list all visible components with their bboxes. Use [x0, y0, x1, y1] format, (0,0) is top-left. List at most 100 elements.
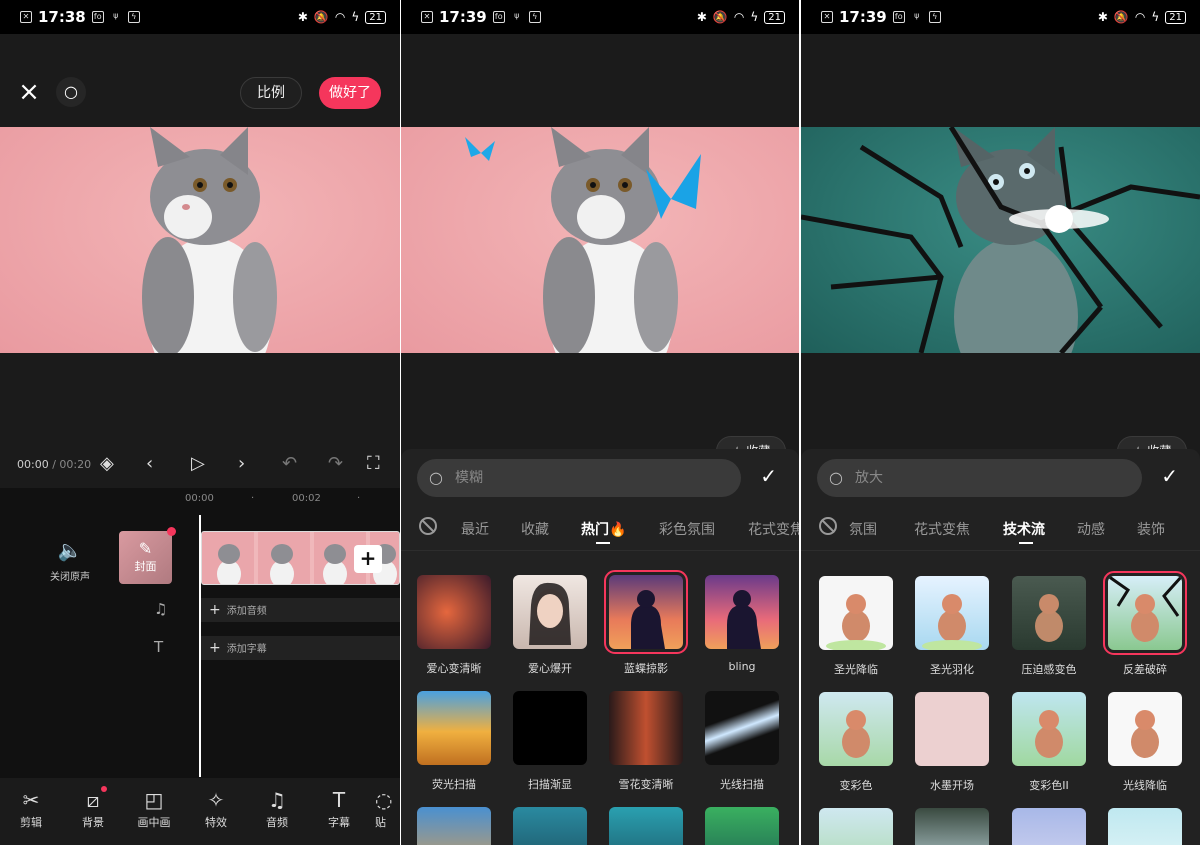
lightbulb-icon[interactable]: ○	[56, 77, 86, 107]
effect-tile[interactable]	[1108, 808, 1182, 845]
tab-mood[interactable]: 氛围	[849, 519, 877, 539]
effect-tile[interactable]	[1012, 576, 1086, 650]
pip-icon: ◰	[144, 788, 164, 812]
speaker-icon: 🔈	[57, 538, 83, 562]
status-bar: ✕ 17:39 fo ψ ϟ ✱ 🔕 ◠ ϟ 21	[401, 0, 799, 34]
bluetooth-icon: ✱	[1097, 10, 1108, 24]
edit-icon: ✎	[138, 539, 153, 558]
effect-tile[interactable]	[705, 691, 779, 765]
video-preview[interactable]	[401, 127, 799, 353]
add-subtitle-track[interactable]: + 添加字幕	[201, 636, 400, 660]
status-bar: ✕ 17:39 fo ψ ϟ ✱ 🔕 ◠ ϟ 21	[801, 0, 1200, 34]
effect-tile[interactable]	[915, 808, 989, 845]
effect-tile[interactable]	[915, 692, 989, 766]
nav-cut[interactable]: ✂ 剪辑	[6, 786, 56, 830]
effect-tile[interactable]	[513, 691, 587, 765]
mute-original-button[interactable]: 🔈 关闭原声	[44, 538, 96, 583]
redo-icon[interactable]: ↷	[328, 453, 343, 474]
ratio-button[interactable]: 比例	[240, 77, 302, 109]
effect-tile[interactable]	[609, 807, 683, 845]
effect-tile[interactable]	[417, 807, 491, 845]
battery-icon: 21	[365, 10, 386, 24]
sticker-icon: ◌	[375, 788, 393, 812]
none-icon[interactable]	[819, 517, 837, 535]
effect-label: 蓝蝶掠影	[624, 662, 668, 675]
none-icon[interactable]	[419, 517, 437, 535]
shattered-kitten-image	[801, 127, 1200, 353]
effect-tile[interactable]	[609, 691, 683, 765]
play-icon[interactable]: ▷	[191, 453, 205, 474]
effect-tile[interactable]	[513, 575, 587, 649]
search-input[interactable]: ○ 模糊	[417, 459, 741, 497]
effect-tile[interactable]	[819, 692, 893, 766]
effect-tile[interactable]	[915, 576, 989, 650]
add-clip-button[interactable]: +	[354, 545, 382, 573]
search-input[interactable]: ○ 放大	[817, 459, 1142, 497]
effect-tile[interactable]	[417, 691, 491, 765]
nav-effects[interactable]: ✧ 特效	[191, 786, 241, 830]
app-notification-icon: ✕	[20, 11, 32, 23]
add-audio-track[interactable]: + 添加音频	[201, 598, 400, 622]
search-icon: ○	[429, 468, 443, 487]
effect-tile[interactable]	[705, 807, 779, 845]
background-icon: ⧄	[86, 788, 100, 812]
nav-audio[interactable]: ♫ 音频	[252, 786, 302, 830]
butterfly-image	[646, 154, 701, 219]
charging-icon: ϟ	[750, 10, 759, 24]
video-preview[interactable]	[801, 127, 1200, 353]
effect-tile[interactable]	[417, 575, 491, 649]
undo-icon[interactable]: ↶	[282, 453, 297, 474]
effect-label: 压迫感变色	[1021, 663, 1077, 676]
effect-label: 光线降临	[1123, 779, 1167, 792]
playback-bar: 00:00 / 00:20 ◈ ‹ ▷ › ↶ ↷ ⛶	[0, 449, 400, 479]
next-frame-icon[interactable]: ›	[238, 453, 245, 474]
cover-button[interactable]: ✎ 封面	[119, 527, 176, 584]
confirm-icon[interactable]: ✓	[1161, 464, 1178, 488]
effects-screen-tech: ✕ 17:39 fo ψ ϟ ✱ 🔕 ◠ ϟ 21 ○ 放大 ✓ 氛围 花式变焦…	[801, 0, 1200, 845]
video-preview[interactable]	[0, 127, 400, 353]
effect-tile[interactable]	[819, 576, 893, 650]
prev-frame-icon[interactable]: ‹	[146, 453, 153, 474]
nav-pip[interactable]: ◰ 画中画	[129, 786, 179, 830]
fullscreen-icon[interactable]: ⛶	[367, 453, 380, 474]
tab-recent[interactable]: 最近	[461, 519, 489, 539]
mute-icon: 🔕	[712, 10, 728, 24]
effect-tile[interactable]	[513, 807, 587, 845]
done-button[interactable]: 做好了	[319, 77, 381, 109]
text-t-icon: T	[332, 788, 346, 812]
tab-decor[interactable]: 装饰	[1137, 519, 1165, 539]
nav-sticker[interactable]: ◌ 贴	[375, 786, 400, 830]
search-icon: ○	[829, 468, 843, 487]
effect-tile-selected[interactable]	[1103, 571, 1187, 655]
tab-color-mood[interactable]: 彩色氛围	[659, 519, 715, 539]
effect-label: 荧光扫描	[432, 778, 476, 791]
effect-tile-selected[interactable]	[604, 570, 688, 654]
nav-background[interactable]: ⧄ 背景	[68, 786, 118, 830]
tab-dynamic[interactable]: 动感	[1077, 519, 1105, 539]
confirm-icon[interactable]: ✓	[760, 464, 777, 488]
effect-tile[interactable]	[1012, 808, 1086, 845]
tab-favorites[interactable]: 收藏	[521, 519, 549, 539]
sparkle-icon: ✧	[207, 788, 225, 812]
playhead[interactable]	[199, 515, 201, 777]
usb-icon: ψ	[113, 11, 119, 20]
effect-tile[interactable]	[819, 808, 893, 845]
tab-hot[interactable]: 热门🔥	[581, 519, 626, 539]
tab-tech[interactable]: 技术流	[1003, 519, 1045, 539]
total-time: / 00:20	[52, 457, 92, 471]
effect-tile[interactable]	[1108, 692, 1182, 766]
notification-icon: fo	[91, 11, 104, 23]
mute-icon: 🔕	[1113, 10, 1129, 24]
close-icon[interactable]: ×	[16, 79, 42, 106]
keyframe-icon[interactable]: ◈	[100, 453, 114, 474]
effect-tile[interactable]	[705, 575, 779, 649]
tab-zoom[interactable]: 花式变焦	[748, 519, 799, 539]
battery-icon: 21	[764, 10, 785, 24]
flash-app-icon: ϟ	[528, 11, 541, 23]
tab-zoom[interactable]: 花式变焦	[914, 519, 970, 539]
effect-tabs: 最近 收藏 热门🔥 彩色氛围 花式变焦	[401, 509, 799, 551]
effect-tile[interactable]	[1012, 692, 1086, 766]
effect-label: 雪花变清晰	[618, 778, 674, 791]
effect-label: 扫描渐显	[528, 778, 572, 791]
nav-subtitle[interactable]: T 字幕	[314, 786, 364, 830]
